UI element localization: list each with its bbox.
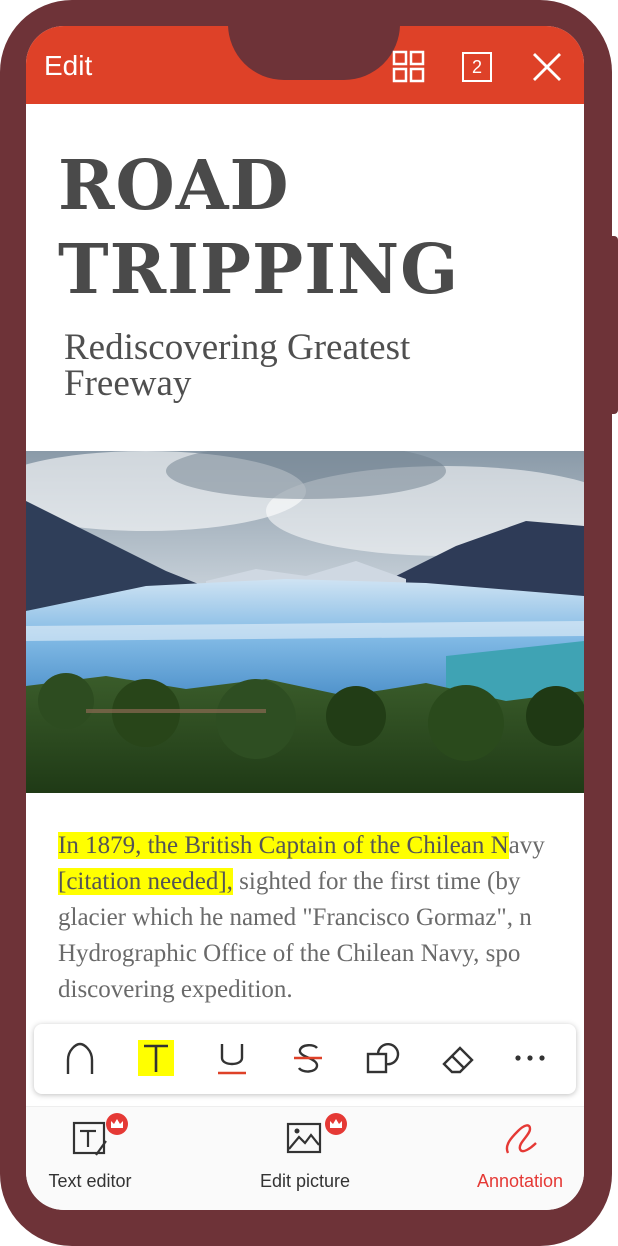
- camera-notch: [228, 26, 400, 80]
- subtitle-line-1: Rediscovering Greatest: [64, 327, 411, 368]
- screen: Edit 2 ROAD TRIPPING Rediscovering Great…: [26, 26, 584, 1210]
- pages-icon[interactable]: 2: [462, 52, 492, 82]
- document-page[interactable]: ROAD TRIPPING Rediscovering Greatest Fre…: [26, 104, 584, 1024]
- document-title: ROAD TRIPPING: [58, 144, 459, 312]
- edit-picture-button[interactable]: Edit picture: [225, 1113, 385, 1192]
- document-subtitle: Rediscovering Greatest Freeway: [64, 327, 411, 404]
- title-line-1: ROAD: [58, 146, 290, 226]
- edit-title: Edit: [44, 50, 93, 81]
- strikethrough-icon[interactable]: [290, 1040, 326, 1076]
- premium-crown-icon: [106, 1113, 128, 1135]
- highlight-text-icon[interactable]: [138, 1040, 174, 1076]
- subtitle-line-2: Freeway: [64, 363, 192, 404]
- shapes-icon[interactable]: [364, 1040, 400, 1076]
- side-button: [610, 236, 618, 414]
- annotation-toolbar: [34, 1024, 576, 1094]
- title-line-2: TRIPPING: [58, 230, 460, 310]
- annotation-icon: [500, 1119, 540, 1159]
- top-bar: Edit 2: [26, 26, 584, 104]
- annotation-button[interactable]: Annotation: [440, 1119, 584, 1192]
- bottom-nav: Text editor Edit picture Annotation: [26, 1106, 584, 1210]
- paragraph-line-5: discovering expedition.: [58, 976, 293, 1003]
- paragraph-line-4: Hydrographic Office of the Chilean Navy,…: [58, 940, 521, 967]
- eraser-icon[interactable]: [440, 1040, 476, 1076]
- highlighted-text: In 1879, the British Captain of the Chil…: [58, 832, 509, 859]
- text-editor-icon: [70, 1113, 128, 1159]
- glacier-photo[interactable]: [26, 451, 584, 793]
- pen-icon[interactable]: [62, 1040, 98, 1076]
- text-editor-button[interactable]: Text editor: [26, 1113, 170, 1192]
- underline-icon[interactable]: [214, 1040, 250, 1076]
- edit-picture-label: Edit picture: [259, 1171, 351, 1191]
- close-icon[interactable]: [530, 50, 564, 84]
- more-icon[interactable]: [512, 1040, 548, 1076]
- page-count: 2: [471, 57, 482, 77]
- paragraph-text: sighted for the first time (by: [232, 868, 521, 895]
- text-editor-label: Text editor: [48, 1171, 132, 1191]
- edit-picture-icon: [285, 1113, 347, 1159]
- annotation-label: Annotation: [476, 1171, 564, 1191]
- premium-crown-icon: [325, 1113, 347, 1135]
- paragraph-text: avy: [508, 832, 545, 859]
- paragraph-line-3: glacier which he named "Francisco Gormaz…: [58, 904, 532, 931]
- highlighted-text: [citation needed],: [58, 868, 233, 895]
- grid-icon[interactable]: [392, 50, 426, 84]
- paragraph-line-2: [citation needed], sighted for the first…: [58, 864, 584, 900]
- paragraph-line-1: In 1879, the British Captain of the Chil…: [58, 828, 584, 864]
- document-paragraph[interactable]: In 1879, the British Captain of the Chil…: [58, 828, 584, 1008]
